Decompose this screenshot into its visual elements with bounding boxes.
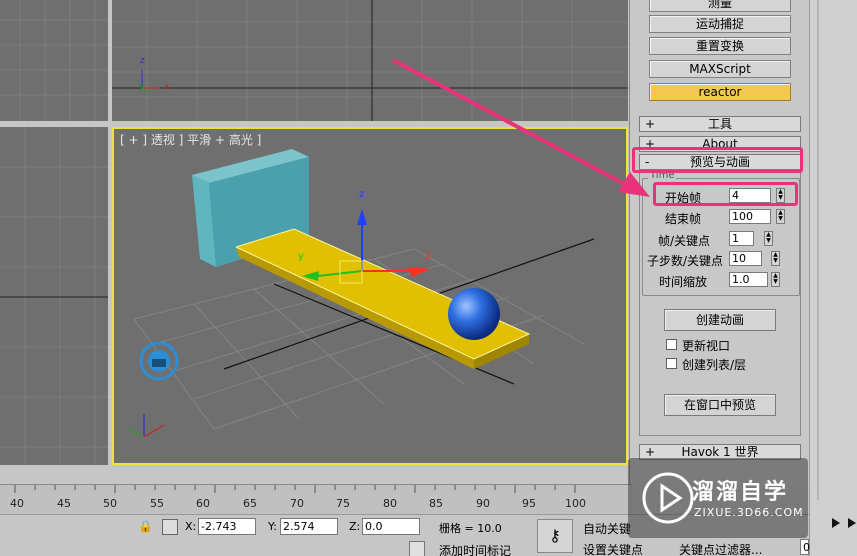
maxscript-button[interactable]: MAXScript <box>649 60 791 78</box>
watermark: 溜溜自学 ZIXUE.3D66.COM <box>628 458 808 538</box>
tick-label: 70 <box>290 497 304 510</box>
viewport-top-left[interactable] <box>0 0 108 121</box>
viewport-grid <box>0 0 108 121</box>
watermark-brand: 溜溜自学 <box>692 480 789 505</box>
set-key-button[interactable]: 设置关键点 <box>583 541 643 556</box>
x-coord-input[interactable]: -2.743 <box>198 518 256 535</box>
viewport-top[interactable]: z y x <box>112 0 628 121</box>
reset-xform-button[interactable]: 重置变换 <box>649 37 791 55</box>
tick-label: 60 <box>196 497 210 510</box>
axis-y-label: y <box>139 82 145 92</box>
viewport-left[interactable] <box>0 127 108 465</box>
x-coord-label: X: <box>185 520 197 533</box>
highlight-preview-rollout <box>632 147 803 173</box>
current-frame-input[interactable]: 0 <box>800 539 810 555</box>
tick-label: 100 <box>565 497 586 510</box>
viewport-grid <box>0 127 108 465</box>
tick-label: 65 <box>243 497 257 510</box>
viewport-perspective[interactable]: [ + ] 透视 ] 平滑 + 高光 ] z y x <box>112 127 628 465</box>
motion-capture-button[interactable]: 运动捕捉 <box>649 15 791 33</box>
auto-key-button[interactable]: 自动关键 <box>583 520 631 537</box>
tick-label: 40 <box>10 497 24 510</box>
rollout-tools-sign: + <box>645 117 656 131</box>
grid-size-label: 栅格 = 10.0 <box>439 522 502 535</box>
z-coord-label: Z: <box>349 520 361 533</box>
timeline-ruler[interactable]: 40 45 50 55 60 65 70 75 80 85 90 95 100 <box>0 484 632 514</box>
right-toolbar-strip <box>809 0 857 556</box>
tick-label: 50 <box>103 497 117 510</box>
reactor-button[interactable]: reactor <box>649 83 791 101</box>
next-frame-icon <box>848 518 856 528</box>
tick-label: 45 <box>57 497 71 510</box>
max-window: z y x [+] 透视] 平滑 + 高光] z y x 测量 运动捕捉… <box>0 0 857 556</box>
watermark-logo-icon <box>642 472 694 524</box>
rollout-havok-sign: + <box>645 445 656 459</box>
tick-label: 80 <box>383 497 397 510</box>
highlight-start-frame <box>653 182 798 206</box>
axis-z-label: z <box>140 56 145 66</box>
rollout-tools-label: 工具 <box>707 117 732 131</box>
time-tag-icon[interactable] <box>409 541 425 556</box>
axis-x-label: x <box>164 82 170 92</box>
preview-rollout-frame <box>639 170 801 436</box>
tick-label: 75 <box>336 497 350 510</box>
tick-label: 90 <box>476 497 490 510</box>
axis-tripod-icon <box>128 414 165 438</box>
absolute-mode-icon[interactable] <box>162 519 178 535</box>
rollout-tools[interactable]: + 工具 <box>639 116 801 132</box>
rollout-havok-label: Havok 1 世界 <box>681 445 759 459</box>
perspective-scene <box>128 149 595 438</box>
tick-label: 85 <box>429 497 443 510</box>
timeline-ticks <box>14 485 576 493</box>
watermark-url: ZIXUE.3D66.COM <box>694 506 804 519</box>
blue-sphere <box>448 288 500 340</box>
y-coord-label: Y: <box>268 520 277 533</box>
key-filters-button[interactable]: 关键点过滤器... <box>679 541 762 556</box>
key-mode-icon[interactable]: ⚷ <box>537 519 573 553</box>
tick-label: 95 <box>522 497 536 510</box>
axis-tripod-icon <box>141 70 160 93</box>
command-panel: 测量 运动捕捉 重置变换 MAXScript reactor + 工具 + Ab… <box>629 0 809 484</box>
steering-wheel-icon <box>139 341 179 381</box>
z-coord-input[interactable]: 0.0 <box>362 518 420 535</box>
gizmo-x-label: x <box>425 251 431 262</box>
measure-button[interactable]: 测量 <box>649 0 791 12</box>
play-icon <box>832 518 840 528</box>
viewport-grid <box>112 0 628 121</box>
viewport-label[interactable]: [ + ] 透视 ] 平滑 + 高光 ] <box>120 131 261 148</box>
gizmo-z-label: z <box>359 189 365 200</box>
gizmo-y-label: y <box>298 251 304 262</box>
tick-label: 55 <box>150 497 164 510</box>
y-coord-input[interactable]: 2.574 <box>280 518 338 535</box>
lock-selection-icon[interactable]: 🔒 <box>138 519 153 533</box>
add-time-tag-button[interactable]: 添加时间标记 <box>439 542 511 556</box>
playback-controls <box>817 0 856 528</box>
